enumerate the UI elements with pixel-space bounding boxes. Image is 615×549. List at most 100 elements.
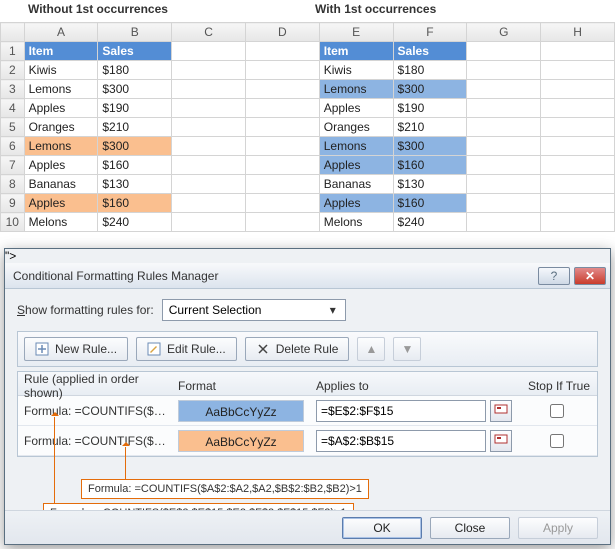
cell[interactable] <box>467 61 541 80</box>
cell[interactable] <box>541 61 615 80</box>
cell[interactable]: Lemons <box>319 80 393 99</box>
close-icon[interactable]: ✕ <box>574 267 606 285</box>
cell[interactable] <box>467 42 541 61</box>
cell[interactable]: Lemons <box>319 137 393 156</box>
cell[interactable]: Apples <box>319 99 393 118</box>
cell[interactable] <box>541 118 615 137</box>
cell[interactable] <box>172 156 246 175</box>
row-header[interactable]: 1 <box>1 42 25 61</box>
row-header[interactable]: 3 <box>1 80 25 99</box>
cell[interactable] <box>467 80 541 99</box>
cell[interactable] <box>245 99 319 118</box>
cell[interactable] <box>467 194 541 213</box>
cell[interactable] <box>245 194 319 213</box>
cell[interactable]: $300 <box>393 80 467 99</box>
cell[interactable]: Melons <box>24 213 98 232</box>
row-header[interactable]: 6 <box>1 137 25 156</box>
cell[interactable] <box>467 156 541 175</box>
cell[interactable] <box>541 156 615 175</box>
cell[interactable] <box>172 61 246 80</box>
row-header[interactable]: 7 <box>1 156 25 175</box>
cell[interactable] <box>245 137 319 156</box>
help-button[interactable]: ? <box>538 267 570 285</box>
cell[interactable]: Melons <box>319 213 393 232</box>
spreadsheet-grid[interactable]: A B C D E F G H 1 Item Sales Item Sales … <box>0 22 615 232</box>
edit-rule-button[interactable]: Edit Rule... <box>136 337 237 361</box>
range-picker-button[interactable] <box>490 430 512 452</box>
cell[interactable]: Apples <box>24 194 98 213</box>
cell[interactable]: Bananas <box>319 175 393 194</box>
cell[interactable]: Kiwis <box>319 61 393 80</box>
col-header[interactable]: H <box>541 23 615 42</box>
cell[interactable] <box>245 213 319 232</box>
cell[interactable] <box>245 80 319 99</box>
close-button[interactable]: Close <box>430 517 510 539</box>
stop-if-true-checkbox[interactable] <box>550 434 564 448</box>
cell[interactable] <box>172 137 246 156</box>
delete-rule-button[interactable]: Delete Rule <box>245 337 350 361</box>
cell[interactable]: $190 <box>393 99 467 118</box>
cell[interactable]: Sales <box>98 42 172 61</box>
cell[interactable]: $130 <box>98 175 172 194</box>
cell[interactable] <box>467 213 541 232</box>
move-down-button[interactable]: ▼ <box>393 337 421 361</box>
cell[interactable] <box>172 213 246 232</box>
ok-button[interactable]: OK <box>342 517 422 539</box>
cell[interactable]: $300 <box>98 137 172 156</box>
cell[interactable]: Apples <box>24 99 98 118</box>
cell[interactable]: $160 <box>98 156 172 175</box>
col-header[interactable]: F <box>393 23 467 42</box>
cell[interactable]: Kiwis <box>24 61 98 80</box>
cell[interactable] <box>467 118 541 137</box>
row-header[interactable]: 10 <box>1 213 25 232</box>
rule-row[interactable]: Formula: =COUNTIFS($A... AaBbCcYyZz <box>18 426 597 456</box>
cell[interactable]: $300 <box>98 80 172 99</box>
cell[interactable] <box>172 118 246 137</box>
cell[interactable]: Item <box>24 42 98 61</box>
col-header[interactable]: D <box>245 23 319 42</box>
cell[interactable] <box>172 80 246 99</box>
new-rule-button[interactable]: New Rule... <box>24 337 128 361</box>
cell[interactable] <box>245 156 319 175</box>
cell[interactable]: Lemons <box>24 80 98 99</box>
col-header[interactable]: G <box>467 23 541 42</box>
cell[interactable] <box>172 42 246 61</box>
cell[interactable] <box>245 175 319 194</box>
cell[interactable] <box>245 61 319 80</box>
cell[interactable]: $160 <box>98 194 172 213</box>
applies-to-input[interactable] <box>316 430 486 452</box>
col-header[interactable]: B <box>98 23 172 42</box>
cell[interactable] <box>245 42 319 61</box>
cell[interactable] <box>245 118 319 137</box>
cell[interactable]: Lemons <box>24 137 98 156</box>
col-header[interactable]: E <box>319 23 393 42</box>
cell[interactable] <box>467 175 541 194</box>
range-picker-button[interactable] <box>490 400 512 422</box>
row-header[interactable]: 4 <box>1 99 25 118</box>
cell[interactable]: $180 <box>98 61 172 80</box>
cell[interactable]: Sales <box>393 42 467 61</box>
cell[interactable]: $210 <box>393 118 467 137</box>
cell[interactable] <box>541 194 615 213</box>
cell[interactable] <box>467 137 541 156</box>
col-header[interactable]: C <box>172 23 246 42</box>
cell[interactable]: Oranges <box>24 118 98 137</box>
stop-if-true-checkbox[interactable] <box>550 404 564 418</box>
row-header[interactable]: 8 <box>1 175 25 194</box>
cell[interactable]: $240 <box>98 213 172 232</box>
cell[interactable]: Bananas <box>24 175 98 194</box>
cell[interactable]: $300 <box>393 137 467 156</box>
cell[interactable]: $240 <box>393 213 467 232</box>
corner-cell[interactable] <box>1 23 25 42</box>
cell[interactable]: $130 <box>393 175 467 194</box>
cell[interactable] <box>541 175 615 194</box>
cell[interactable]: Apples <box>319 194 393 213</box>
cell[interactable] <box>541 42 615 61</box>
cell[interactable] <box>541 80 615 99</box>
move-up-button[interactable]: ▲ <box>357 337 385 361</box>
rule-row[interactable]: Formula: =COUNTIFS($E... AaBbCcYyZz <box>18 396 597 426</box>
row-header[interactable]: 2 <box>1 61 25 80</box>
cell[interactable]: Item <box>319 42 393 61</box>
cell[interactable]: $160 <box>393 194 467 213</box>
applies-to-input[interactable] <box>316 400 486 422</box>
